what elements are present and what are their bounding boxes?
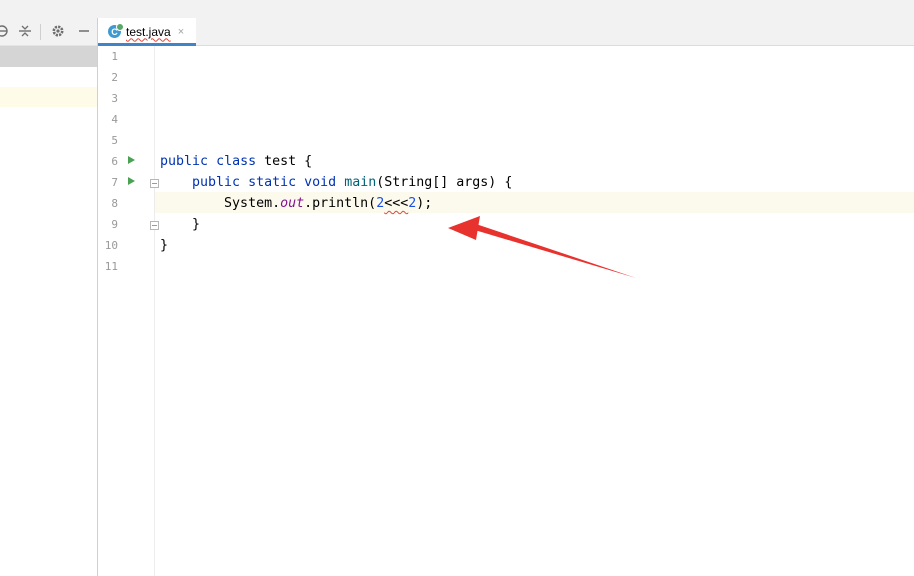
toolbar-separator (40, 24, 41, 40)
keyword: void (304, 175, 337, 190)
line-number: 5 (111, 134, 118, 147)
code-line-9[interactable]: } (160, 214, 200, 235)
line-number: 7 (111, 176, 118, 189)
code-line-8[interactable]: System.out.println(2<<<2); (160, 193, 432, 214)
keyword: public (160, 154, 209, 169)
line-number: 2 (111, 71, 118, 84)
locate-icon[interactable] (0, 23, 10, 39)
fold-icon[interactable] (150, 221, 159, 230)
code-line-6[interactable]: public class test { (160, 151, 312, 172)
line-number: 1 (111, 50, 118, 63)
close-icon[interactable]: × (178, 26, 184, 38)
project-panel (0, 18, 97, 576)
brace: } (192, 217, 201, 232)
run-main-icon[interactable] (128, 177, 135, 185)
arrow-shaft (468, 222, 636, 278)
method-params: (String[] args) { (376, 175, 513, 190)
error-operator: <<< (384, 196, 409, 211)
line-number: 10 (104, 239, 118, 252)
keyword: static (248, 175, 297, 190)
class-ref: System. (224, 196, 281, 211)
class-name: test (264, 154, 297, 169)
method-call: .println( (304, 196, 377, 211)
code-line-7[interactable]: public static void main(String[] args) { (160, 172, 512, 193)
method-name: main (344, 175, 377, 190)
line-number: 11 (104, 260, 118, 273)
collapse-all-icon[interactable] (17, 23, 33, 39)
java-class-icon: C (108, 23, 124, 38)
keyword: public (192, 175, 241, 190)
keyword: class (216, 154, 257, 169)
line-number: 3 (111, 92, 118, 105)
gutter-divider (154, 46, 155, 576)
line-number: 8 (111, 197, 118, 210)
tab-label[interactable]: test.java (126, 25, 171, 39)
window-top-strip (0, 0, 914, 18)
line-number: 4 (111, 113, 118, 126)
arrow-head (448, 216, 480, 240)
static-field: out (280, 196, 305, 211)
number-literal: 2 (376, 196, 385, 211)
gear-icon[interactable] (50, 23, 66, 39)
project-tree-highlighted-row[interactable] (0, 87, 97, 107)
minimize-icon[interactable] (76, 23, 92, 39)
line-number: 6 (111, 155, 118, 168)
statement-end: ); (416, 196, 433, 211)
brace: } (160, 238, 169, 253)
project-tree-selected-row[interactable] (0, 46, 97, 67)
runnable-badge-icon (116, 23, 124, 31)
editor-tab-bar: C test.java × (98, 18, 914, 46)
line-number: 9 (111, 218, 118, 231)
fold-icon[interactable] (150, 179, 159, 188)
project-toolbar (0, 18, 97, 46)
tab-test-java[interactable]: C test.java × (98, 18, 196, 46)
brace: { (304, 154, 313, 169)
code-line-10[interactable]: } (160, 235, 168, 256)
run-class-icon[interactable] (128, 156, 135, 164)
